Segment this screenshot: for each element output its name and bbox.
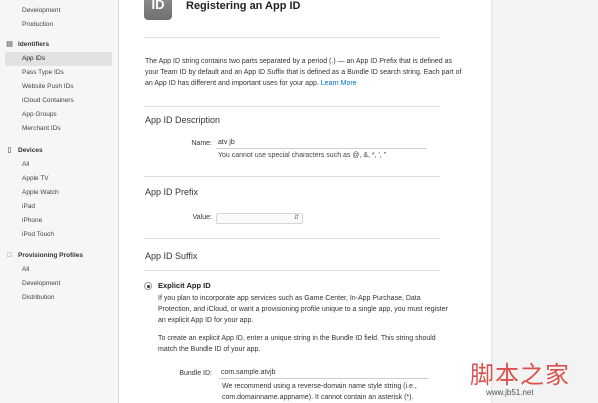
right-gutter — [492, 0, 598, 403]
section-title-description: App ID Description — [145, 115, 221, 125]
bundle-id-hint: We recommend using a reverse-domain name… — [222, 383, 417, 401]
sidebar-item-apple-tv[interactable]: Apple TV — [0, 172, 118, 186]
sidebar-group-devices: ▯ Devices All Apple TV Apple Watch iPad i… — [0, 144, 118, 242]
prefix-select[interactable]: ⇵ — [216, 213, 303, 224]
section-divider — [144, 238, 440, 239]
sidebar-item-app-groups[interactable]: App Groups — [0, 108, 118, 122]
sidebar-heading-identifiers: ▤ Identifiers — [0, 38, 118, 52]
explicit-app-id-label: Explicit App ID — [158, 281, 211, 290]
name-hint: You cannot use special characters such a… — [218, 152, 387, 159]
section-title-suffix: App ID Suffix — [145, 251, 198, 261]
sidebar-group-profiles: □ Provisioning Profiles All Development D… — [0, 249, 118, 305]
prefix-select-value — [217, 215, 220, 221]
sidebar-item-profiles-distribution[interactable]: Distribution — [0, 291, 118, 305]
sidebar-item-pass-type-ids[interactable]: Pass Type IDs — [0, 66, 118, 80]
value-label: Value: — [192, 214, 212, 221]
watermark: 脚本之家 www.jb51.net — [470, 355, 596, 401]
sidebar-item-devices-all[interactable]: All — [0, 158, 118, 172]
sidebar-item-profiles-development[interactable]: Development — [0, 277, 118, 291]
id-card-icon: ▤ — [6, 41, 13, 48]
sidebar-item-production[interactable]: Production — [0, 18, 118, 32]
intro-text: The App ID string contains two parts sep… — [145, 58, 462, 87]
section-divider — [144, 176, 440, 177]
bundle-id-label: Bundle ID: — [179, 370, 212, 377]
device-icon: ▯ — [7, 147, 12, 154]
section-title-prefix: App ID Prefix — [145, 187, 199, 197]
watermark-url: www.jb51.net — [486, 388, 534, 397]
sidebar-item-ipad[interactable]: iPad — [0, 200, 118, 214]
watermark-logo-text: 脚本之家 — [470, 361, 570, 389]
name-input[interactable]: atv jb — [216, 138, 426, 149]
sidebar-group-identifiers: ▤ Identifiers App IDs Pass Type IDs Websi… — [0, 38, 118, 136]
sidebar-item-profiles-all[interactable]: All — [0, 263, 118, 277]
sidebar-item-merchant-ids[interactable]: Merchant IDs — [0, 122, 118, 136]
learn-more-link[interactable]: Learn More — [321, 80, 357, 87]
bundle-id-input[interactable]: com.sample.atvjb — [219, 368, 429, 379]
document-icon: □ — [7, 252, 12, 259]
section-divider — [144, 106, 440, 107]
header-divider — [144, 37, 440, 38]
chevron-updown-icon: ⇵ — [293, 215, 299, 221]
explicit-app-id-description: If you plan to incorporate app services … — [158, 295, 448, 324]
sidebar-top-group: Development Production — [0, 4, 118, 32]
sidebar: Development Production ▤ Identifiers App … — [0, 0, 119, 403]
sidebar-item-website-push-ids[interactable]: Website Push IDs — [0, 80, 118, 94]
sidebar-item-app-ids[interactable]: App IDs — [5, 52, 112, 66]
app-id-icon: ID — [144, 0, 172, 20]
sidebar-item-iphone[interactable]: iPhone — [0, 214, 118, 228]
explicit-app-id-radio[interactable] — [144, 282, 152, 290]
page-title: Registering an App ID — [186, 0, 301, 12]
section-divider — [144, 270, 440, 271]
sidebar-item-ipod-touch[interactable]: iPod Touch — [0, 228, 118, 242]
sidebar-item-development[interactable]: Development — [0, 4, 118, 18]
sidebar-item-apple-watch[interactable]: Apple Watch — [0, 186, 118, 200]
explicit-app-id-instructions: To create an explicit App ID, enter a un… — [158, 335, 436, 353]
sidebar-heading-profiles: □ Provisioning Profiles — [0, 249, 118, 263]
sidebar-heading-devices: ▯ Devices — [0, 144, 118, 158]
name-label: Name: — [191, 140, 212, 147]
sidebar-item-icloud-containers[interactable]: iCloud Containers — [0, 94, 118, 108]
